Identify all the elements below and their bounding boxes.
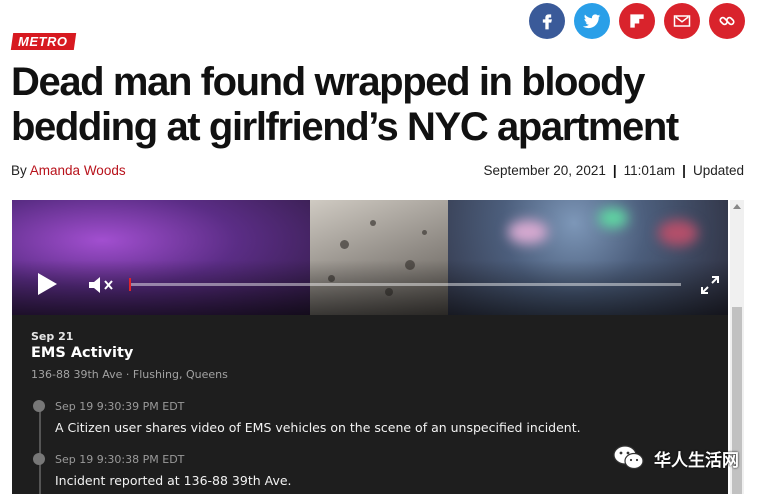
section-tag-label[interactable]: METRO [18, 34, 67, 49]
feed-location: 136-88 39th Ave · Flushing, Queens [31, 368, 228, 381]
byline-row: By Amanda Woods September 20, 2021 | 11:… [11, 163, 744, 178]
watermark-text: 华人生活网 [654, 450, 739, 471]
progress-playhead[interactable] [129, 278, 131, 291]
meta-separator: | [612, 163, 617, 178]
timeline-dot [33, 453, 45, 465]
flipboard-share-button[interactable] [619, 3, 655, 39]
fullscreen-icon[interactable] [700, 275, 720, 295]
facebook-icon [542, 14, 552, 30]
byline-prefix: By [11, 163, 27, 178]
feed-date: Sep 21 [31, 330, 74, 343]
publish-meta: September 20, 2021 | 11:01am | Updated [484, 163, 745, 178]
publish-time: 11:01am [623, 163, 676, 178]
facebook-share-button[interactable] [529, 3, 565, 39]
email-icon [673, 15, 691, 27]
meta-separator: | [682, 163, 686, 178]
play-icon[interactable] [38, 273, 57, 295]
video-player[interactable] [12, 200, 728, 315]
link-icon [719, 16, 735, 26]
updated-label: Updated [692, 163, 744, 178]
publish-date: September 20, 2021 [483, 163, 606, 178]
flipboard-icon [630, 14, 644, 28]
share-bar [529, 3, 745, 39]
feed-entry: Sep 19 9:30:38 PM EDT Incident reported … [33, 453, 292, 488]
feed-entry: Sep 19 9:30:39 PM EDT A Citizen user sha… [33, 400, 581, 435]
article-headline: Dead man found wrapped in bloody bedding… [11, 60, 679, 149]
entry-text: Incident reported at 136-88 39th Ave. [55, 473, 292, 488]
feed-title: EMS Activity [31, 345, 134, 361]
entry-text: A Citizen user shares video of EMS vehic… [55, 420, 581, 435]
timeline-dot [33, 400, 45, 412]
timeline-line [39, 405, 41, 494]
author-link[interactable]: Amanda Woods [30, 163, 126, 178]
twitter-icon [582, 14, 601, 29]
video-progress-bar[interactable] [129, 278, 681, 291]
copy-link-button[interactable] [709, 3, 745, 39]
entry-time: Sep 19 9:30:39 PM EDT [55, 400, 185, 413]
section-tag[interactable]: METRO [10, 33, 77, 50]
scroll-up-arrow-icon[interactable] [733, 204, 741, 209]
byline: By Amanda Woods [11, 163, 126, 178]
video-controls-shade [12, 260, 728, 315]
entry-time: Sep 19 9:30:38 PM EDT [55, 453, 185, 466]
muted-volume-icon[interactable] [87, 274, 117, 296]
email-share-button[interactable] [664, 3, 700, 39]
watermark: 华人生活网 [612, 444, 739, 472]
twitter-share-button[interactable] [574, 3, 610, 39]
wechat-logo-icon [613, 445, 644, 470]
